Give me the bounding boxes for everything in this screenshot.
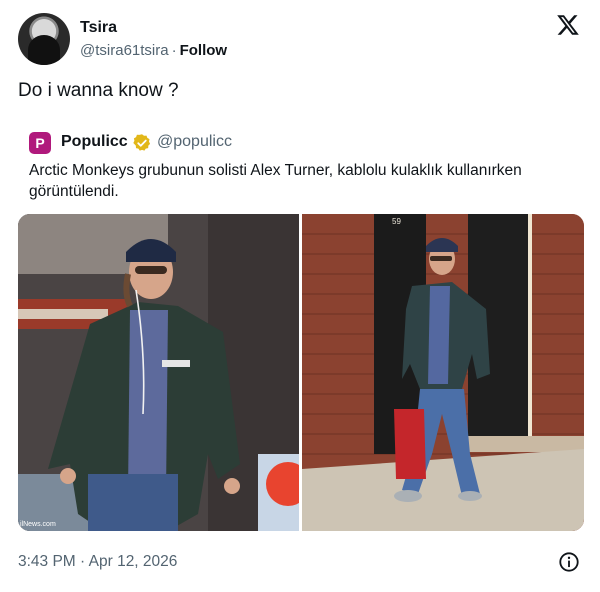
quoted-author-handle[interactable]: @populicc [157, 133, 232, 151]
info-icon[interactable] [558, 551, 580, 573]
door-number: 59 [392, 217, 401, 226]
photo-left-illustration: ilNews.com [18, 214, 310, 531]
quoted-tweet-text: Arctic Monkeys grubunun solisti Alex Tur… [29, 162, 522, 200]
quoted-author-name[interactable]: Populicc [61, 133, 128, 151]
photo-right[interactable]: 59 [302, 214, 584, 531]
tweet-text: Do i wanna know ? [18, 80, 179, 101]
quoted-avatar[interactable]: P [29, 132, 51, 154]
verified-badge-icon [133, 134, 151, 151]
author-avatar[interactable] [18, 13, 70, 65]
quoted-avatar-letter: P [35, 135, 45, 151]
photo-left[interactable]: ilNews.com [18, 214, 310, 531]
follow-button[interactable]: Follow [180, 42, 228, 59]
author-handle-row: @tsira61tsira · Follow [80, 42, 227, 59]
photo-right-illustration: 59 [302, 214, 584, 531]
tweet-timestamp[interactable]: 3:43 PM · Apr 12, 2026 [18, 553, 177, 571]
media-grid: ilNews.com 59 [18, 214, 584, 531]
tweet-header: Tsira @tsira61tsira · Follow [18, 13, 584, 67]
author-name[interactable]: Tsira [80, 19, 117, 37]
x-logo-icon[interactable] [556, 13, 580, 37]
separator-dot: · [171, 42, 177, 59]
photo-watermark: ilNews.com [20, 521, 56, 528]
author-handle[interactable]: @tsira61tsira [80, 42, 169, 59]
